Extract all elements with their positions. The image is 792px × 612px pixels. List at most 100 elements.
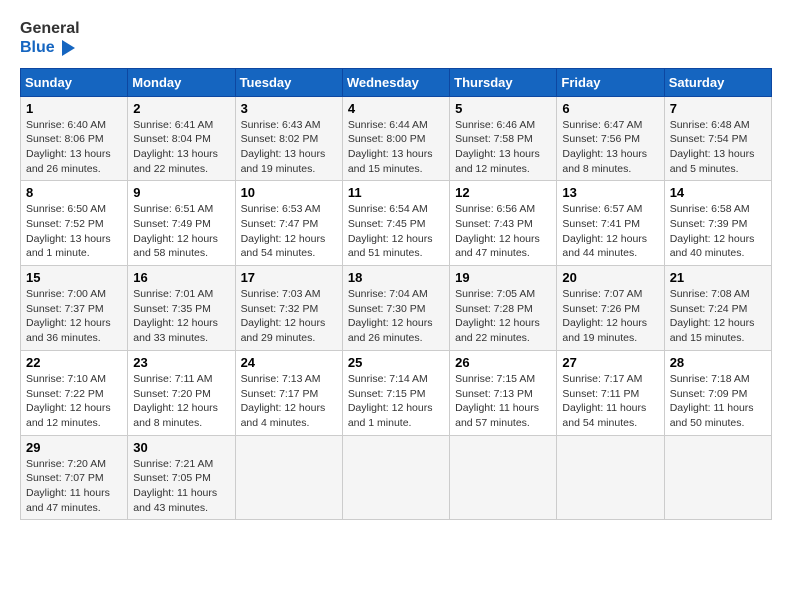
daylight-line: Daylight: 13 hours and 15 minutes. [348, 147, 444, 176]
day-number: 3 [241, 101, 337, 116]
day-number: 11 [348, 185, 444, 200]
calendar-day-10: 10Sunrise: 6:53 AMSunset: 7:47 PMDayligh… [235, 181, 342, 266]
day-detail: Sunrise: 7:04 AMSunset: 7:30 PMDaylight:… [348, 287, 444, 346]
day-number: 14 [670, 185, 766, 200]
logo: General Blue [20, 20, 80, 58]
day-number: 9 [133, 185, 229, 200]
day-detail: Sunrise: 7:07 AMSunset: 7:26 PMDaylight:… [562, 287, 658, 346]
day-number: 25 [348, 355, 444, 370]
day-detail: Sunrise: 6:40 AMSunset: 8:06 PMDaylight:… [26, 118, 122, 177]
sunrise-line: Sunrise: 6:53 AM [241, 202, 337, 217]
sunset-line: Sunset: 7:54 PM [670, 132, 766, 147]
page-header: General Blue [20, 20, 772, 58]
sunrise-line: Sunrise: 7:08 AM [670, 287, 766, 302]
sunrise-line: Sunrise: 6:57 AM [562, 202, 658, 217]
day-number: 18 [348, 270, 444, 285]
daylight-line: Daylight: 12 hours and 8 minutes. [133, 401, 229, 430]
calendar-day-25: 25Sunrise: 7:14 AMSunset: 7:15 PMDayligh… [342, 350, 449, 435]
sunset-line: Sunset: 7:24 PM [670, 302, 766, 317]
day-number: 21 [670, 270, 766, 285]
sunset-line: Sunset: 7:26 PM [562, 302, 658, 317]
calendar-day-13: 13Sunrise: 6:57 AMSunset: 7:41 PMDayligh… [557, 181, 664, 266]
daylight-line: Daylight: 12 hours and 58 minutes. [133, 232, 229, 261]
day-number: 2 [133, 101, 229, 116]
weekday-header-row: Sunday Monday Tuesday Wednesday Thursday… [21, 68, 772, 96]
calendar-day-3: 3Sunrise: 6:43 AMSunset: 8:02 PMDaylight… [235, 96, 342, 181]
sunrise-line: Sunrise: 6:56 AM [455, 202, 551, 217]
calendar-day-7: 7Sunrise: 6:48 AMSunset: 7:54 PMDaylight… [664, 96, 771, 181]
sunset-line: Sunset: 8:02 PM [241, 132, 337, 147]
sunrise-line: Sunrise: 6:58 AM [670, 202, 766, 217]
calendar-day-14: 14Sunrise: 6:58 AMSunset: 7:39 PMDayligh… [664, 181, 771, 266]
calendar-day-9: 9 Sunrise: 6:51 AMSunset: 7:49 PMDaylight… [128, 181, 235, 266]
empty-cell [450, 435, 557, 520]
sunrise-line: Sunrise: 6:46 AM [455, 118, 551, 133]
day-number: 22 [26, 355, 122, 370]
sunset-line: Sunset: 7:28 PM [455, 302, 551, 317]
day-number: 13 [562, 185, 658, 200]
daylight-line: Daylight: 13 hours and 26 minutes. [26, 147, 122, 176]
day-detail: Sunrise: 6:50 AMSunset: 7:52 PMDaylight:… [26, 202, 122, 261]
day-number: 17 [241, 270, 337, 285]
sunrise-line: Sunrise: 6:44 AM [348, 118, 444, 133]
calendar-day-23: 23Sunrise: 7:11 AMSunset: 7:20 PMDayligh… [128, 350, 235, 435]
calendar-day-15: 15Sunrise: 7:00 AMSunset: 7:37 PMDayligh… [21, 266, 128, 351]
sunset-line: Sunset: 7:07 PM [26, 471, 122, 486]
sunrise-line: Sunrise: 7:07 AM [562, 287, 658, 302]
sunrise-line: Sunrise: 7:14 AM [348, 372, 444, 387]
calendar-day-18: 18 Sunrise: 7:04 AMSunset: 7:30 PMDayligh… [342, 266, 449, 351]
calendar-day-2: 2Sunrise: 6:41 AMSunset: 8:04 PMDaylight… [128, 96, 235, 181]
logo-general: General [20, 20, 80, 38]
calendar-week-row: 29Sunrise: 7:20 AMSunset: 7:07 PMDayligh… [21, 435, 772, 520]
day-detail: Sunrise: 6:56 AMSunset: 7:43 PMDaylight:… [455, 202, 551, 261]
sunset-line: Sunset: 7:49 PM [133, 217, 229, 232]
daylight-line: Daylight: 13 hours and 19 minutes. [241, 147, 337, 176]
calendar-day-28: 28Sunrise: 7:18 AMSunset: 7:09 PMDayligh… [664, 350, 771, 435]
day-detail: Sunrise: 7:08 AMSunset: 7:24 PMDaylight:… [670, 287, 766, 346]
calendar-day-24: 24Sunrise: 7:13 AMSunset: 7:17 PMDayligh… [235, 350, 342, 435]
daylight-line: Daylight: 11 hours and 43 minutes. [133, 486, 229, 515]
sunset-line: Sunset: 8:00 PM [348, 132, 444, 147]
daylight-line: Daylight: 12 hours and 36 minutes. [26, 316, 122, 345]
logo-container: General Blue [20, 20, 80, 58]
daylight-line: Daylight: 13 hours and 22 minutes. [133, 147, 229, 176]
sunset-line: Sunset: 7:47 PM [241, 217, 337, 232]
day-number: 19 [455, 270, 551, 285]
day-detail: Sunrise: 7:00 AMSunset: 7:37 PMDaylight:… [26, 287, 122, 346]
sunrise-line: Sunrise: 7:18 AM [670, 372, 766, 387]
sunrise-line: Sunrise: 7:15 AM [455, 372, 551, 387]
day-number: 4 [348, 101, 444, 116]
day-detail: Sunrise: 7:13 AMSunset: 7:17 PMDaylight:… [241, 372, 337, 431]
day-number: 6 [562, 101, 658, 116]
daylight-line: Daylight: 12 hours and 12 minutes. [26, 401, 122, 430]
sunset-line: Sunset: 7:37 PM [26, 302, 122, 317]
day-detail: Sunrise: 6:47 AMSunset: 7:56 PMDaylight:… [562, 118, 658, 177]
day-number: 28 [670, 355, 766, 370]
sunrise-line: Sunrise: 6:48 AM [670, 118, 766, 133]
header-tuesday: Tuesday [235, 68, 342, 96]
daylight-line: Daylight: 12 hours and 40 minutes. [670, 232, 766, 261]
sunrise-line: Sunrise: 6:50 AM [26, 202, 122, 217]
day-detail: Sunrise: 6:51 AMSunset: 7:49 PMDaylight:… [133, 202, 229, 261]
daylight-line: Daylight: 12 hours and 22 minutes. [455, 316, 551, 345]
daylight-line: Daylight: 11 hours and 50 minutes. [670, 401, 766, 430]
day-number: 30 [133, 440, 229, 455]
calendar-day-29: 29Sunrise: 7:20 AMSunset: 7:07 PMDayligh… [21, 435, 128, 520]
sunset-line: Sunset: 7:22 PM [26, 387, 122, 402]
day-detail: Sunrise: 7:11 AMSunset: 7:20 PMDaylight:… [133, 372, 229, 431]
daylight-line: Daylight: 12 hours and 15 minutes. [670, 316, 766, 345]
daylight-line: Daylight: 13 hours and 1 minute. [26, 232, 122, 261]
calendar-week-row: 22Sunrise: 7:10 AMSunset: 7:22 PMDayligh… [21, 350, 772, 435]
sunset-line: Sunset: 7:11 PM [562, 387, 658, 402]
day-number: 29 [26, 440, 122, 455]
calendar-week-row: 15Sunrise: 7:00 AMSunset: 7:37 PMDayligh… [21, 266, 772, 351]
daylight-line: Daylight: 13 hours and 8 minutes. [562, 147, 658, 176]
daylight-line: Daylight: 12 hours and 33 minutes. [133, 316, 229, 345]
calendar-day-6: 6 Sunrise: 6:47 AMSunset: 7:56 PMDaylight… [557, 96, 664, 181]
sunset-line: Sunset: 8:06 PM [26, 132, 122, 147]
sunrise-line: Sunrise: 6:47 AM [562, 118, 658, 133]
day-detail: Sunrise: 6:44 AMSunset: 8:00 PMDaylight:… [348, 118, 444, 177]
day-detail: Sunrise: 7:05 AMSunset: 7:28 PMDaylight:… [455, 287, 551, 346]
sunset-line: Sunset: 7:45 PM [348, 217, 444, 232]
header-thursday: Thursday [450, 68, 557, 96]
